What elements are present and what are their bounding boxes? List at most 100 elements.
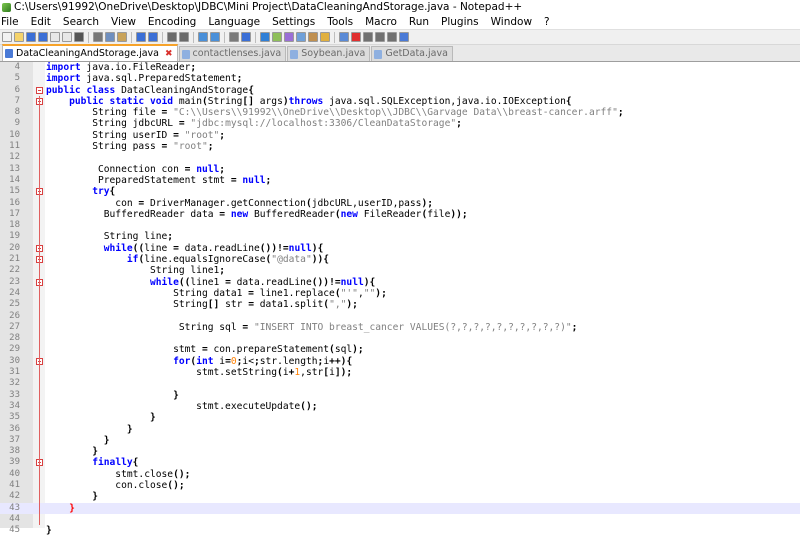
code-line[interactable]: 28 (0, 333, 800, 344)
code-line[interactable]: 6 public class DataCleaningAndStorage{ (0, 85, 800, 96)
code-line[interactable]: 19 String line; (0, 231, 800, 242)
save-icon[interactable] (26, 32, 36, 42)
code-line[interactable]: 44 (0, 514, 800, 525)
play-macro-icon[interactable] (375, 32, 385, 42)
function-list-icon[interactable] (308, 32, 318, 42)
code-line[interactable]: 14 PreparedStatement stmt = null; (0, 175, 800, 186)
menu-plugins[interactable]: Plugins (441, 15, 479, 29)
code-line[interactable]: 35 } (0, 412, 800, 423)
code-line[interactable]: 23 while((line1 = data.readLine())!=null… (0, 277, 800, 288)
record-macro-icon[interactable] (351, 32, 361, 42)
lang-icon[interactable] (284, 32, 294, 42)
line-number: 13 (9, 163, 20, 174)
code-line[interactable]: 37 } (0, 435, 800, 446)
code-line[interactable]: 42 } (0, 491, 800, 502)
close-icon[interactable] (50, 32, 60, 42)
code-lines[interactable]: 4 import java.io.FileReader; 5 import java.… (0, 62, 800, 536)
redo-icon[interactable] (148, 32, 158, 42)
paste-icon[interactable] (117, 32, 127, 42)
tab-getdata[interactable]: GetData.java (371, 46, 453, 61)
code-line[interactable]: 40 stmt.close(); (0, 469, 800, 480)
play-multiple-icon[interactable] (387, 32, 397, 42)
new-file-icon[interactable] (2, 32, 12, 42)
code-line[interactable]: 41 con.close(); (0, 480, 800, 491)
code-line[interactable]: 39 finally{ (0, 457, 800, 468)
save-macro-icon[interactable] (399, 32, 409, 42)
code-line[interactable]: 29 stmt = con.prepareStatement(sql); (0, 344, 800, 355)
menu-search[interactable]: Search (63, 15, 99, 29)
code-line[interactable]: 11 String pass = "root"; (0, 141, 800, 152)
menu-tools[interactable]: Tools (327, 15, 353, 29)
code-line[interactable]: 26 (0, 311, 800, 322)
menu-encoding[interactable]: Encoding (148, 15, 196, 29)
undo-icon[interactable] (136, 32, 146, 42)
code-line[interactable]: 5 import java.sql.PreparedStatement; (0, 73, 800, 84)
doc-map-icon[interactable] (296, 32, 306, 42)
code-line[interactable]: 32 (0, 378, 800, 389)
save-all-icon[interactable] (38, 32, 48, 42)
menu-settings[interactable]: Settings (272, 15, 315, 29)
code-line[interactable]: 4 import java.io.FileReader; (0, 62, 800, 73)
replace-icon[interactable] (179, 32, 189, 42)
code-line[interactable]: 24 String data1 = line1.replace("'",""); (0, 288, 800, 299)
cut-icon[interactable] (93, 32, 103, 42)
menu-window[interactable]: Window (491, 15, 532, 29)
code-line[interactable]: 16 con = DriverManager.getConnection(jdb… (0, 198, 800, 209)
menu-macro[interactable]: Macro (365, 15, 397, 29)
menu-edit[interactable]: Edit (31, 15, 51, 29)
tab-label: DataCleaningAndStorage.java (16, 47, 159, 59)
close-tab-icon[interactable]: ✖ (165, 47, 173, 61)
code-editor[interactable]: 4 import java.io.FileReader; 5 import java.… (0, 62, 800, 536)
code-line[interactable]: 15 try{ (0, 186, 800, 197)
word-wrap-icon[interactable] (241, 32, 251, 42)
code-line[interactable]: 31 stmt.setString(i+1,str[i]); (0, 367, 800, 378)
code-line[interactable]: 8 String file = "C:\\Users\\91992\\OneDr… (0, 107, 800, 118)
code-text: } (46, 525, 52, 536)
fold-marker-icon[interactable] (36, 86, 43, 94)
menu-run[interactable]: Run (409, 15, 429, 29)
sync-scroll-icon[interactable] (229, 32, 239, 42)
line-number: 6 (14, 84, 20, 95)
code-line[interactable]: 43 } (0, 502, 800, 514)
print-icon[interactable] (74, 32, 84, 42)
code-line[interactable]: 10 String userID = "root"; (0, 130, 800, 141)
code-line[interactable]: 9 String jdbcURL = "jdbc:mysql://localho… (0, 118, 800, 129)
tab-contactlenses[interactable]: contactlenses.java (178, 46, 287, 61)
open-file-icon[interactable] (14, 32, 24, 42)
code-line[interactable]: 38 } (0, 446, 800, 457)
show-all-chars-icon[interactable] (260, 32, 270, 42)
code-line[interactable]: 13 Connection con = null; (0, 164, 800, 175)
zoom-out-icon[interactable] (210, 32, 220, 42)
tab-datacleaningandstorage[interactable]: DataCleaningAndStorage.java ✖ (2, 44, 178, 61)
indent-guide-icon[interactable] (272, 32, 282, 42)
code-line[interactable]: 7 public static void main(String[] args)… (0, 96, 800, 107)
menu-file[interactable]: File (1, 15, 19, 29)
code-line[interactable]: 27 String sql = "INSERT INTO breast_canc… (0, 322, 800, 333)
menu-language[interactable]: Language (208, 15, 260, 29)
line-number: 34 (9, 400, 20, 411)
menu-view[interactable]: View (111, 15, 136, 29)
code-line[interactable]: 20 while((line = data.readLine())!=null)… (0, 243, 800, 254)
zoom-in-icon[interactable] (198, 32, 208, 42)
code-line[interactable]: 17 BufferedReader data = new BufferedRea… (0, 209, 800, 220)
folder-workspace-icon[interactable] (320, 32, 330, 42)
monitor-icon[interactable] (339, 32, 349, 42)
code-line[interactable]: 45} (0, 525, 800, 536)
code-line[interactable]: 36 } (0, 424, 800, 435)
copy-icon[interactable] (105, 32, 115, 42)
code-line[interactable]: 18 (0, 220, 800, 231)
tab-soybean[interactable]: Soybean.java (287, 46, 371, 61)
code-line[interactable]: 22 String line1; (0, 265, 800, 276)
stop-record-icon[interactable] (363, 32, 373, 42)
code-line[interactable]: 21 if(line.equalsIgnoreCase("@data")){ (0, 254, 800, 265)
code-line[interactable]: 34 stmt.executeUpdate(); (0, 401, 800, 412)
menu-help[interactable]: ? (544, 15, 550, 29)
code-line[interactable]: 30 for(int i=0;i<;str.length;i++){ (0, 356, 800, 367)
code-line[interactable]: 25 String[] str = data1.split(","); (0, 299, 800, 310)
close-all-icon[interactable] (62, 32, 72, 42)
file-saved-icon (181, 49, 190, 59)
code-line[interactable]: 33 } (0, 390, 800, 401)
code-line[interactable]: 12 (0, 152, 800, 163)
line-number: 11 (9, 141, 20, 152)
find-icon[interactable] (167, 32, 177, 42)
